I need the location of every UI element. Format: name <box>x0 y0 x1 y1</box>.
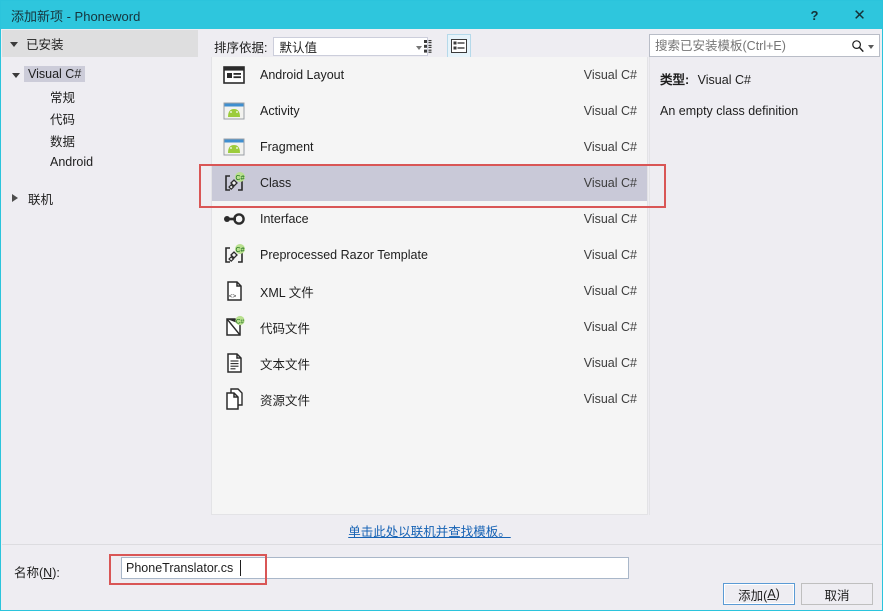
search-icon[interactable] <box>851 39 865 53</box>
svg-text:C#: C# <box>236 247 245 254</box>
template-language: Visual C# <box>583 248 637 262</box>
title-bar: 添加新项 - Phoneword ? ✕ <box>1 1 882 29</box>
chevron-right-icon[interactable] <box>8 193 24 203</box>
svg-text:C#: C# <box>236 175 245 182</box>
template-row-android-layout[interactable]: Android Layout Visual C# <box>212 57 647 93</box>
template-row-interface[interactable]: Interface Visual C# <box>212 201 647 237</box>
sidebar-item-code[interactable]: 代码 <box>2 107 198 129</box>
template-name: 文本文件 <box>260 357 311 372</box>
sidebar-item-label: 常规 <box>50 90 76 105</box>
csharp-class-icon: C# <box>220 169 248 197</box>
sort-by-dropdown[interactable]: 默认值 <box>273 37 429 56</box>
template-row-preprocessed-razor-template[interactable]: C# Preprocessed Razor Template Visual C# <box>212 237 647 273</box>
template-row-code-file[interactable]: C# 代码文件 Visual C# <box>212 309 647 345</box>
text-caret <box>240 560 241 576</box>
template-name: Interface <box>260 212 309 226</box>
search-box[interactable] <box>649 34 880 57</box>
name-input[interactable] <box>121 557 629 579</box>
cancel-button[interactable]: 取消 <box>801 583 873 605</box>
close-icon[interactable]: ✕ <box>837 1 882 29</box>
sidebar-item-label: Android <box>50 155 94 169</box>
csharp-class-icon: C# <box>220 241 248 269</box>
sidebar-tree: Visual C# 常规 代码 数据 Android 联机 <box>2 57 198 515</box>
tiles-view-icon[interactable] <box>419 34 443 58</box>
sort-by-label: 排序依据: <box>214 41 268 55</box>
name-label-accel: N <box>43 566 53 580</box>
csharp-code-file-icon: C# <box>220 313 248 341</box>
template-name: Fragment <box>260 140 314 154</box>
template-name: Activity <box>260 104 300 118</box>
template-name: XML 文件 <box>260 285 314 300</box>
resource-file-icon <box>220 385 248 413</box>
svg-text:<>: <> <box>229 293 237 300</box>
sidebar-header-installed[interactable]: 已安装 <box>2 30 198 57</box>
window-controls: ? ✕ <box>792 1 882 29</box>
sort-by-value: 默认值 <box>279 41 317 55</box>
sidebar-item-visual-csharp[interactable]: Visual C# <box>2 63 198 85</box>
chevron-down-icon <box>10 42 18 47</box>
template-language: Visual C# <box>583 320 637 334</box>
add-button-accel: A <box>767 587 776 601</box>
window-title: 添加新项 - Phoneword <box>11 8 141 24</box>
template-name: 代码文件 <box>260 321 311 336</box>
sidebar-item-general[interactable]: 常规 <box>2 85 198 107</box>
sidebar-item-android[interactable]: Android <box>2 151 198 173</box>
template-row-text-file[interactable]: 文本文件 Visual C# <box>212 345 647 381</box>
name-label-prefix: 名称( <box>14 566 44 580</box>
svg-text:C#: C# <box>236 318 245 325</box>
template-row-activity[interactable]: Activity Visual C# <box>212 93 647 129</box>
template-language: Visual C# <box>583 392 637 406</box>
template-language: Visual C# <box>583 176 637 190</box>
online-templates-link-row: 单击此处以联机并查找模板。 <box>211 521 648 540</box>
name-label-suffix: ): <box>52 566 60 580</box>
name-field-label: 名称(N): <box>14 562 60 581</box>
android-layout-icon <box>220 61 248 89</box>
template-language: Visual C# <box>583 140 637 154</box>
list-view-icon[interactable] <box>447 34 471 58</box>
details-type-label: 类型: <box>660 73 690 87</box>
sort-by-control: 排序依据: 默认值 <box>214 37 429 56</box>
template-name: 资源文件 <box>260 393 311 408</box>
details-type-value: Visual C# <box>697 73 751 87</box>
help-icon[interactable]: ? <box>792 1 837 29</box>
template-row-fragment[interactable]: Fragment Visual C# <box>212 129 647 165</box>
xml-file-icon: <> <box>220 277 248 305</box>
sidebar-item-online[interactable]: 联机 <box>2 187 198 209</box>
add-button-prefix: 添加( <box>738 588 768 603</box>
search-input[interactable] <box>650 36 845 55</box>
template-language: Visual C# <box>583 68 637 82</box>
add-button-suffix: ) <box>775 587 780 601</box>
template-language: Visual C# <box>583 356 637 370</box>
details-description: An empty class definition <box>660 104 799 118</box>
sidebar-item-label: 数据 <box>50 134 76 149</box>
android-activity-icon <box>220 97 248 125</box>
sidebar-header-label: 已安装 <box>26 38 64 52</box>
template-language: Visual C# <box>583 104 637 118</box>
interface-icon <box>220 205 248 233</box>
online-templates-link[interactable]: 单击此处以联机并查找模板。 <box>348 525 511 539</box>
sidebar-item-label: Visual C# <box>24 66 86 82</box>
text-file-icon <box>220 349 248 377</box>
template-name: Preprocessed Razor Template <box>260 248 428 262</box>
template-row-class[interactable]: C# Class Visual C# <box>212 165 647 201</box>
template-row-resource-file[interactable]: 资源文件 Visual C# <box>212 381 647 417</box>
template-language: Visual C# <box>583 284 637 298</box>
details-type-row: 类型: Visual C# <box>660 69 870 88</box>
add-new-item-dialog: 添加新项 - Phoneword ? ✕ 已安装 排序依据: 默认值 搜索已安装… <box>0 0 883 611</box>
add-button[interactable]: 添加(A) <box>723 583 795 605</box>
template-name: Class <box>260 176 292 190</box>
android-fragment-icon <box>220 133 248 161</box>
template-language: Visual C# <box>583 212 637 226</box>
details-panel: 类型: Visual C# An empty class definition <box>649 57 880 515</box>
sidebar-item-label: 代码 <box>50 112 76 127</box>
template-row-xml-file[interactable]: <> XML 文件 Visual C# <box>212 273 647 309</box>
chevron-down-icon[interactable] <box>868 44 874 49</box>
template-name: Android Layout <box>260 68 345 82</box>
bottom-separator <box>2 544 882 545</box>
template-list: Android Layout Visual C# Activity Visual… <box>211 57 648 515</box>
sidebar-item-data[interactable]: 数据 <box>2 129 198 151</box>
sidebar-item-label: 联机 <box>28 192 54 207</box>
chevron-down-icon[interactable] <box>8 72 24 78</box>
view-mode-buttons <box>419 34 471 58</box>
